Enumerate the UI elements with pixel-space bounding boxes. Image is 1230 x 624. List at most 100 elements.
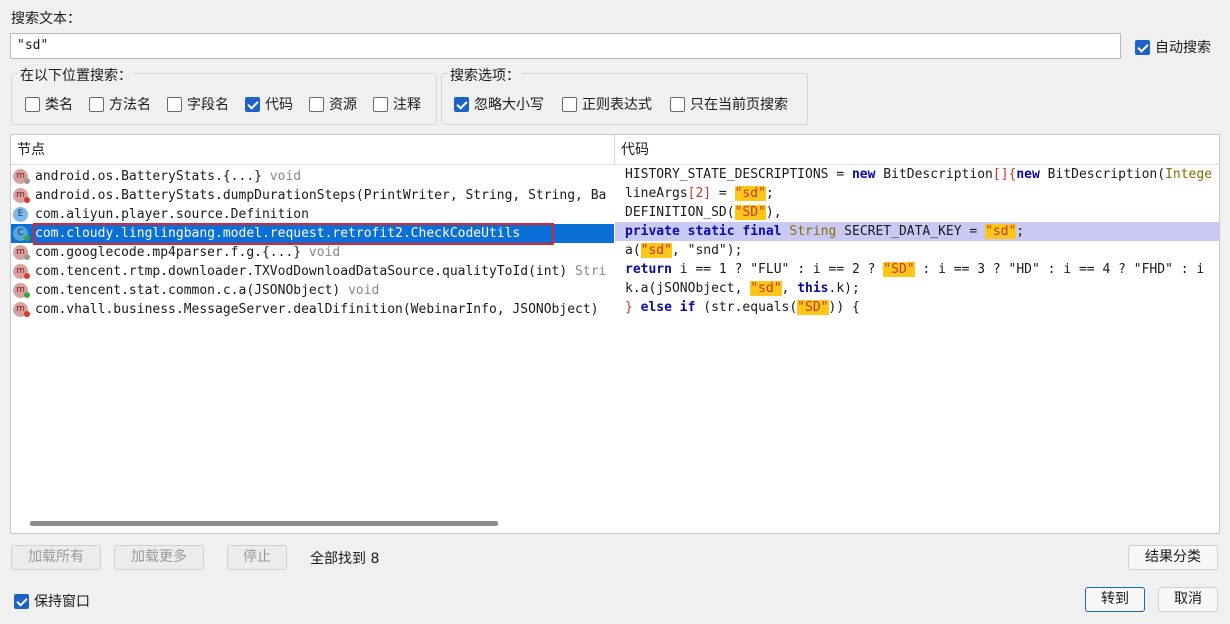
horizontal-scrollbar[interactable]: [30, 521, 498, 526]
code-type: String: [781, 224, 837, 239]
option-comment[interactable]: 注释: [373, 94, 421, 114]
keep-window-checkbox[interactable]: 保持窗口: [14, 591, 90, 611]
code-keyword: else if: [640, 300, 696, 315]
table-row[interactable]: m com.tencent.rtmp.downloader.TXVodDownl…: [11, 262, 614, 281]
checkbox-icon: [1135, 39, 1150, 55]
table-row[interactable]: m android.os.BatteryStats.dumpDurationSt…: [11, 186, 614, 205]
group-results-button[interactable]: 结果分类: [1128, 545, 1218, 570]
option-code[interactable]: 代码: [245, 94, 293, 114]
search-input[interactable]: "sd": [10, 33, 1121, 59]
code-text: .k);: [828, 281, 860, 296]
private-badge-icon: [24, 311, 30, 317]
load-more-button[interactable]: 加载更多: [114, 545, 204, 570]
node-return-type: Stri: [567, 264, 607, 279]
code-keyword: this: [797, 281, 829, 296]
table-row[interactable]: E com.aliyun.player.source.Definition: [11, 205, 614, 224]
code-line[interactable]: a("sd", "snd");: [615, 241, 1219, 260]
static-badge-icon: [24, 254, 30, 260]
option-label: 忽略大小写: [474, 97, 544, 113]
match-highlight: "sd": [734, 186, 766, 201]
option-label: 代码: [265, 97, 293, 113]
match-highlight: "SD": [797, 300, 829, 315]
code-line[interactable]: } else if (str.equals("SD")) {: [615, 298, 1219, 317]
code-text: BitDescription(: [1039, 167, 1166, 182]
code-line[interactable]: return i == 1 ? "FLU" : i == 2 ? "SD" : …: [615, 260, 1219, 279]
load-all-button[interactable]: 加载所有: [11, 545, 101, 570]
checkbox-icon: [89, 96, 104, 112]
private-badge-icon: [24, 197, 30, 203]
code-text: SECRET_DATA_KEY =: [836, 224, 986, 239]
node-return-type: void: [340, 283, 380, 298]
results-table[interactable]: 节点 代码 m android.os.BatteryStats.{...} vo…: [10, 134, 1220, 534]
static-badge-icon: [24, 178, 30, 184]
option-method-name[interactable]: 方法名: [89, 94, 151, 114]
table-row[interactable]: m android.os.BatteryStats.{...} void: [11, 167, 614, 186]
match-highlight: "SD": [734, 205, 766, 220]
keep-window-label: 保持窗口: [34, 594, 90, 610]
match-highlight: "sd": [985, 224, 1017, 239]
node-name: com.googlecode.mp4parser.f.g.{...}: [35, 245, 302, 260]
code-text: ;: [765, 186, 774, 201]
option-ignore-case[interactable]: 忽略大小写: [454, 94, 544, 114]
auto-search-label: 自动搜索: [1155, 40, 1211, 56]
search-options-title: 搜索选项：: [448, 65, 522, 85]
goto-button[interactable]: 转到: [1085, 587, 1145, 612]
checkbox-icon: [670, 96, 685, 112]
code-text: lineArgs: [625, 186, 688, 201]
code-keyword: return: [625, 262, 672, 277]
code-line[interactable]: DEFINITION_SD("SD"),: [615, 203, 1219, 222]
option-label: 资源: [329, 97, 357, 113]
code-text: i == 1 ? "FLU" : i == 2 ?: [671, 262, 884, 277]
checkbox-icon: [454, 96, 469, 112]
option-class-name[interactable]: 类名: [25, 94, 73, 114]
option-regex[interactable]: 正则表达式: [562, 94, 652, 114]
checkbox-icon: [167, 96, 182, 112]
column-header-node[interactable]: 节点: [11, 135, 614, 165]
code-text: BitDescription: [875, 167, 993, 182]
public-badge-icon: [24, 292, 30, 298]
code-bracket: [2]: [687, 186, 712, 201]
highlight-box: [33, 223, 554, 245]
option-current-page[interactable]: 只在当前页搜索: [670, 94, 788, 114]
match-highlight: "sd": [640, 243, 672, 258]
table-row[interactable]: m com.tencent.stat.common.c.a(JSONObject…: [11, 281, 614, 300]
node-return-type: void: [261, 169, 302, 184]
auto-search-checkbox[interactable]: 自动搜索: [1135, 37, 1211, 57]
code-text: (str.equals(: [695, 300, 798, 315]
private-badge-icon: [24, 273, 30, 279]
code-text: ;: [1016, 224, 1025, 239]
code-bracket: }: [625, 300, 641, 315]
stop-button[interactable]: 停止: [227, 545, 287, 570]
code-text: DEFINITION_SD(: [625, 205, 735, 220]
code-text: : i == 3 ? "HD" : i == 4 ? "FHD" : i: [914, 262, 1205, 277]
checkbox-icon: [245, 96, 260, 112]
node-name: com.tencent.stat.common.c.a(JSONObject): [35, 283, 341, 298]
code-line-selected[interactable]: private static final String SECRET_DATA_…: [615, 222, 1219, 241]
code-text: ,: [781, 281, 798, 296]
option-label: 注释: [393, 97, 421, 113]
node-name: android.os.BatteryStats.dumpDurationStep…: [35, 188, 607, 203]
code-text: , "snd");: [671, 243, 743, 258]
code-text: ),: [765, 205, 782, 220]
checkbox-icon: [309, 96, 324, 112]
code-text: )) {: [828, 300, 860, 315]
checkbox-icon: [14, 593, 29, 609]
code-line[interactable]: HISTORY_STATE_DESCRIPTIONS = new BitDesc…: [615, 165, 1219, 184]
option-label: 字段名: [187, 97, 229, 113]
table-row[interactable]: m com.googlecode.mp4parser.f.g.{...} voi…: [11, 243, 614, 262]
code-text: HISTORY_STATE_DESCRIPTIONS =: [625, 167, 852, 182]
code-text: a(: [625, 243, 641, 258]
column-header-code[interactable]: 代码: [615, 135, 1219, 165]
option-label: 方法名: [109, 97, 151, 113]
node-name: com.tencent.rtmp.downloader.TXVodDownloa…: [35, 264, 568, 279]
option-field-name[interactable]: 字段名: [167, 94, 229, 114]
table-row[interactable]: m com.vhall.business.MessageServer.dealD…: [11, 300, 614, 319]
code-line[interactable]: lineArgs[2] = "sd";: [615, 184, 1219, 203]
option-label: 只在当前页搜索: [690, 97, 788, 113]
public-badge-icon: [24, 235, 30, 241]
code-line[interactable]: k.a(jSONObject, "sd", this.k);: [615, 279, 1219, 298]
search-text-label: 搜索文本：: [11, 11, 81, 27]
option-label: 类名: [45, 97, 73, 113]
cancel-button[interactable]: 取消: [1158, 587, 1218, 612]
option-resource[interactable]: 资源: [309, 94, 357, 114]
